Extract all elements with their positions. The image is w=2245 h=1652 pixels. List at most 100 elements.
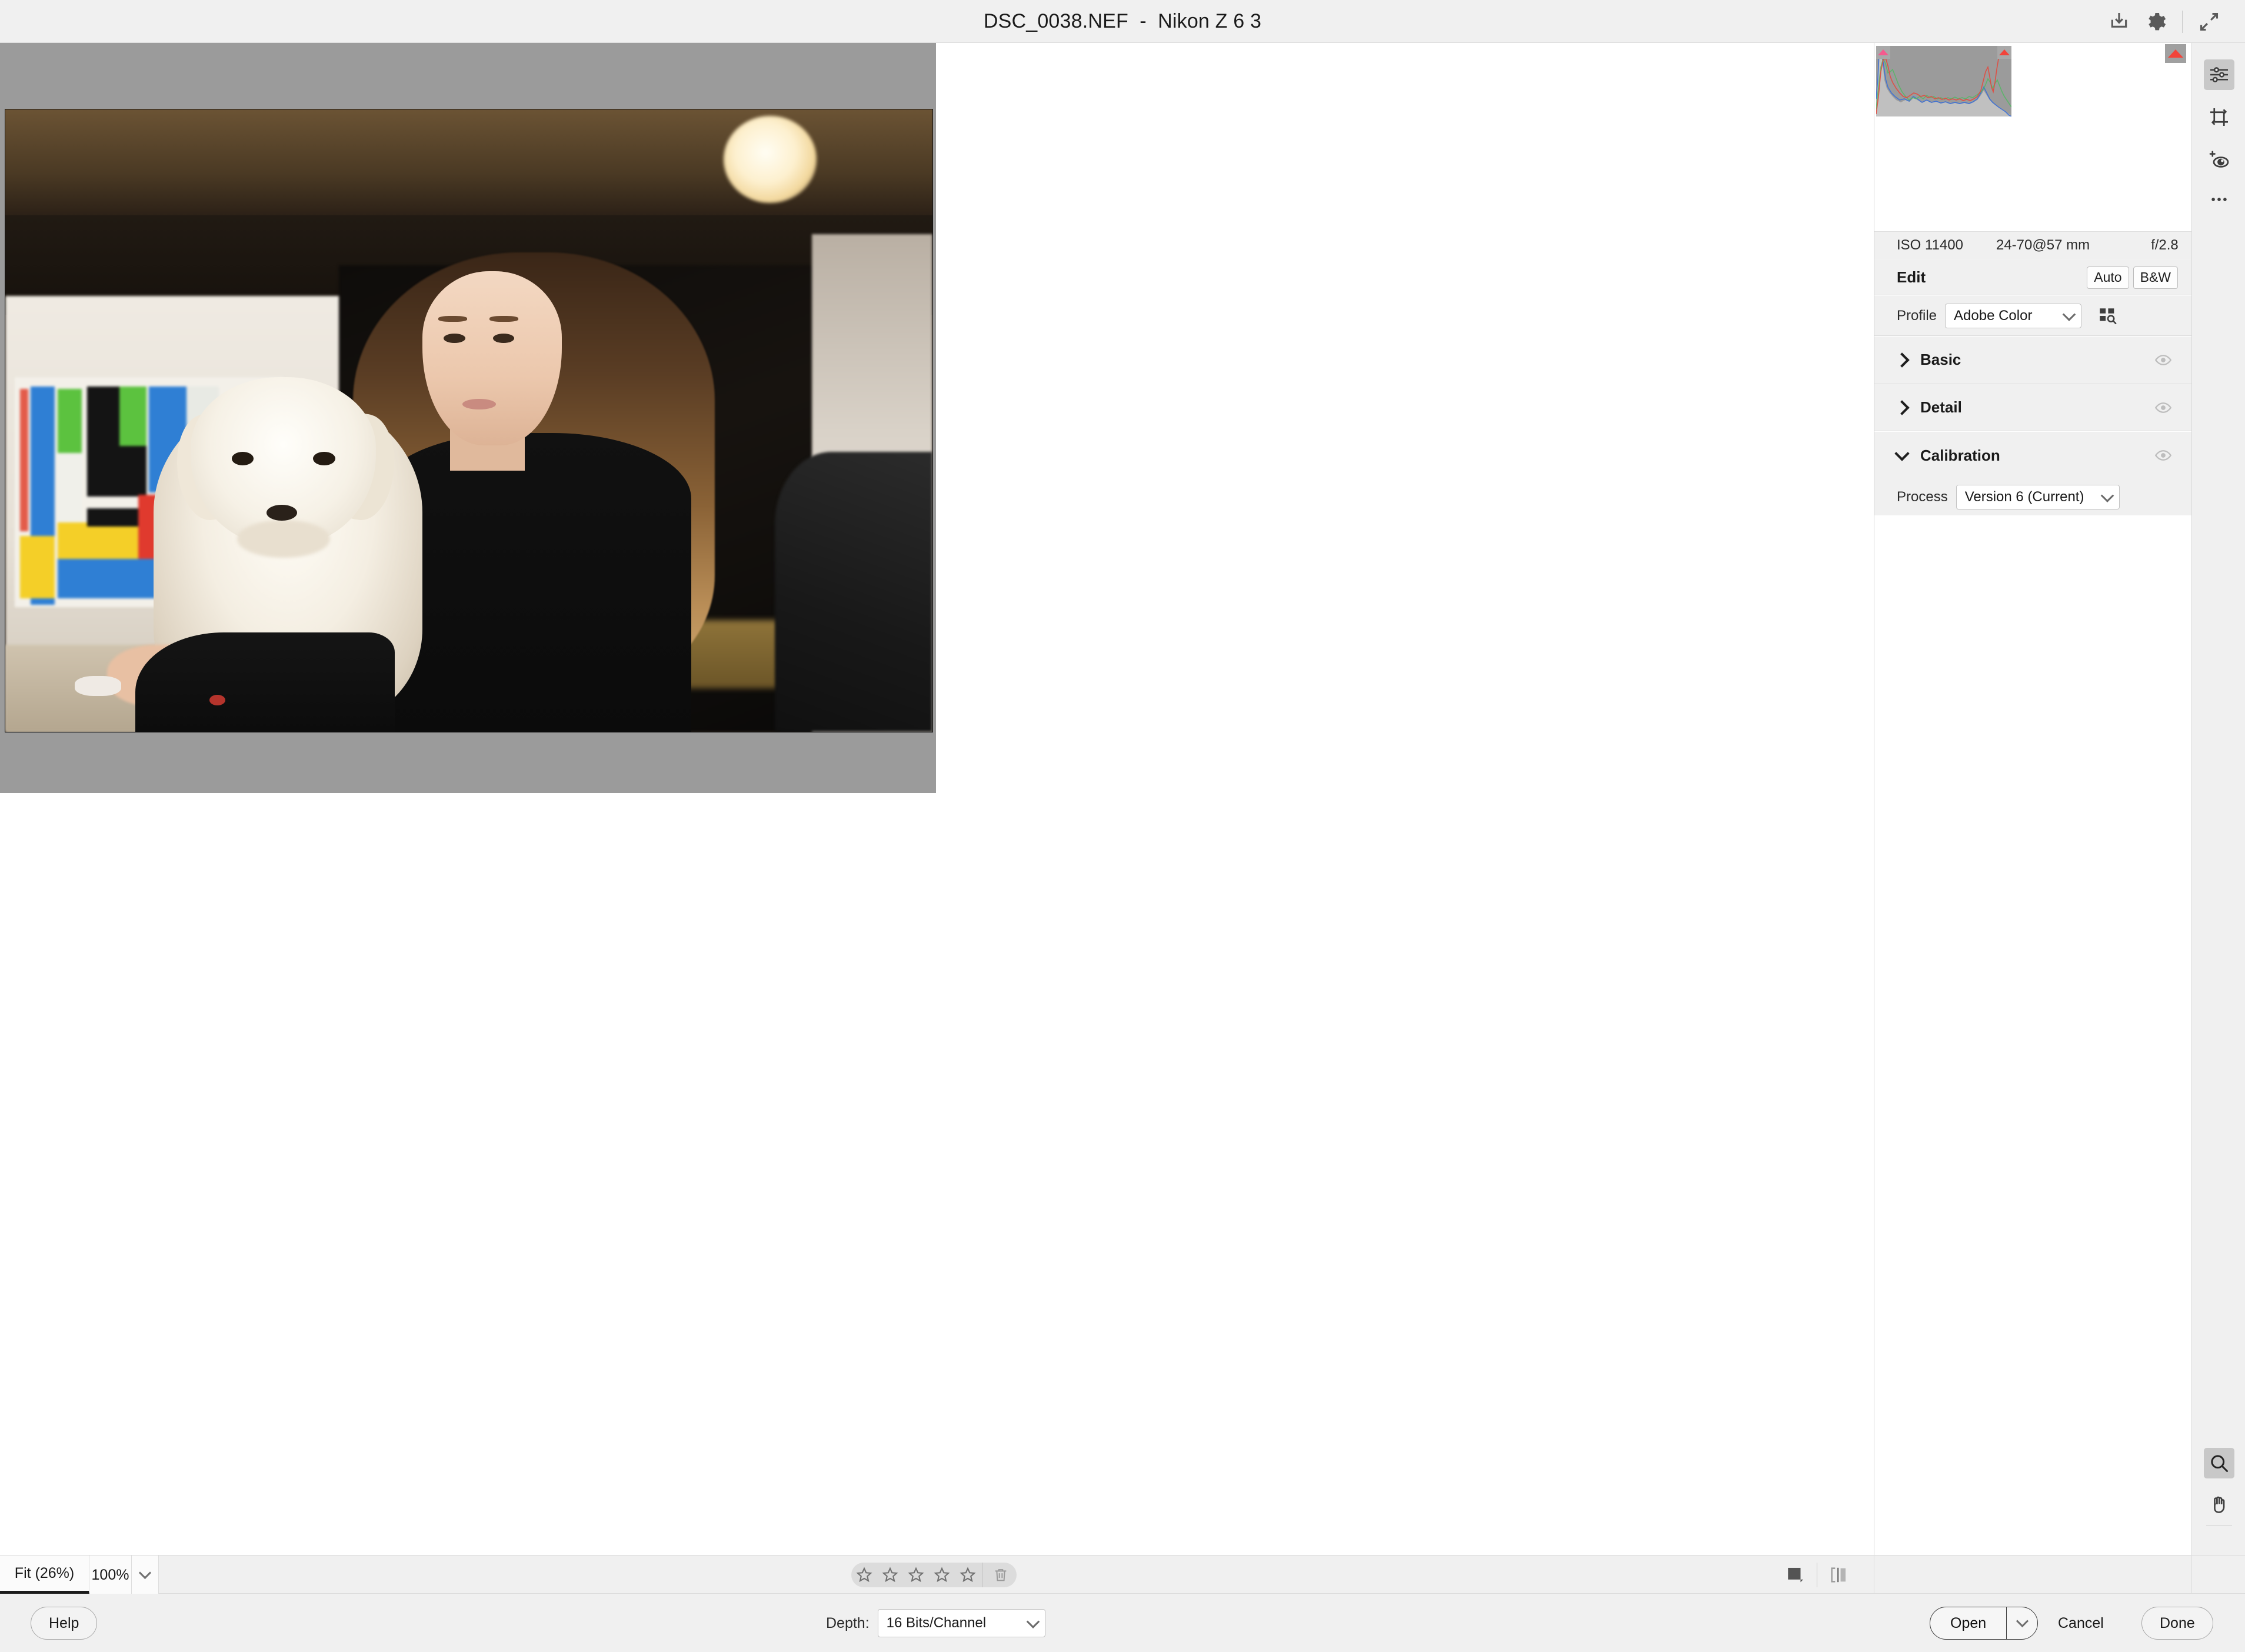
- preferences-button[interactable]: [2137, 4, 2174, 40]
- before-after-icon: [1831, 1567, 1846, 1583]
- subject-torso: [376, 433, 692, 732]
- open-options-button[interactable]: [2007, 1607, 2037, 1639]
- section-calibration-label: Calibration: [1920, 446, 2000, 464]
- rating-star-1[interactable]: [851, 1563, 877, 1587]
- process-label: Process: [1897, 489, 1948, 505]
- profile-select-value: Adobe Color: [1954, 307, 2033, 324]
- section-basic-label: Basic: [1920, 351, 1961, 368]
- exif-aperture: f/2.8: [2151, 237, 2179, 253]
- section-detail[interactable]: Detail: [1874, 384, 2192, 431]
- eye-icon: [2154, 402, 2172, 413]
- chevron-down-icon: [2062, 307, 2076, 321]
- fullscreen-button[interactable]: [2191, 4, 2227, 40]
- eye-icon: [2154, 354, 2172, 365]
- title-bar: DSC_0038.NEF - Nikon Z 6 3: [0, 0, 2245, 43]
- sliders-icon: [2210, 67, 2228, 82]
- zoom-tab-fit[interactable]: Fit (26%): [0, 1556, 89, 1594]
- zoom-level-menu-button[interactable]: [132, 1556, 159, 1594]
- tool-rail: [2191, 43, 2245, 1555]
- spot-removal-icon: [2209, 151, 2229, 168]
- color-swatch-icon: [1788, 1567, 1804, 1583]
- panel-empty-area: [1874, 515, 2192, 1555]
- edit-panel-header: Edit Auto B&W: [1874, 260, 2192, 295]
- chevron-down-icon: [2100, 489, 2114, 502]
- canvas-color-button[interactable]: [1779, 1556, 1812, 1594]
- star-outline-icon: [908, 1567, 924, 1583]
- title-bar-actions: [2101, 0, 2227, 43]
- expand-arrows-icon: [2200, 12, 2219, 31]
- depth-label: Depth:: [826, 1614, 870, 1631]
- histogram-section: [1874, 43, 2192, 193]
- preview-canvas[interactable]: [0, 43, 1874, 1555]
- section-basic-visibility-toggle[interactable]: [2154, 351, 2172, 369]
- chevron-down-icon: [1026, 1615, 1040, 1628]
- subject-face: [422, 271, 562, 446]
- bw-button[interactable]: B&W: [2133, 266, 2178, 289]
- crop-icon: [2210, 108, 2228, 126]
- highlight-clipping-indicator[interactable]: [2165, 44, 2186, 63]
- eye-icon: [2154, 450, 2172, 461]
- browse-profiles-button[interactable]: [2094, 303, 2120, 329]
- save-image-button[interactable]: [2101, 4, 2137, 40]
- camera-raw-window: DSC_0038.NEF - Nikon Z 6 3 ISO 11400 24-…: [0, 0, 2245, 1652]
- process-version-select[interactable]: Version 6 (Current): [1956, 485, 2120, 509]
- chevron-down-icon: [138, 1566, 152, 1579]
- chevron-down-icon: [2016, 1614, 2029, 1627]
- chevron-down-icon: [1894, 445, 1910, 461]
- raw-photo-preview[interactable]: [5, 109, 933, 732]
- edit-quick-actions: Auto B&W: [2087, 266, 2178, 289]
- rating-star-2[interactable]: [877, 1563, 903, 1587]
- edit-tool-button[interactable]: [2204, 59, 2234, 90]
- second-person: [775, 451, 932, 732]
- highlight-clipping-toggle[interactable]: [1997, 46, 2011, 59]
- open-button-group: Open: [1930, 1607, 2039, 1640]
- bottombar-rail-divider: [2191, 1556, 2192, 1594]
- section-calibration[interactable]: Calibration: [1874, 432, 2192, 479]
- chevron-right-icon: [1894, 352, 1910, 368]
- histogram-curves: [1876, 46, 2011, 116]
- zoom-tab-100[interactable]: 100%: [89, 1556, 132, 1594]
- shadow-clipping-toggle[interactable]: [1876, 46, 1890, 59]
- edit-panel: ISO 11400 24-70@57 mm f/2.8 1/60s Edit A…: [1874, 43, 2237, 1555]
- profile-select[interactable]: Adobe Color: [1945, 303, 2082, 328]
- footer-bar: Help Depth: 16 Bits/Channel Open Cancel …: [0, 1594, 2245, 1652]
- section-basic[interactable]: Basic: [1874, 337, 2192, 384]
- done-button[interactable]: Done: [2141, 1607, 2213, 1640]
- magnifier-icon: [2211, 1455, 2228, 1472]
- star-outline-icon: [960, 1567, 976, 1583]
- depth-select[interactable]: 16 Bits/Channel: [877, 1609, 1045, 1637]
- highlight-warning-triangle-icon: [2168, 49, 2183, 58]
- hand-tool-button[interactable]: [2204, 1489, 2234, 1520]
- highlight-clip-triangle-icon: [1999, 49, 2010, 55]
- rating-divider: [982, 1563, 983, 1587]
- star-outline-icon: [934, 1567, 950, 1583]
- profile-label: Profile: [1897, 307, 1937, 324]
- heal-tool-button[interactable]: [2204, 144, 2234, 175]
- rating-star-3[interactable]: [903, 1563, 929, 1587]
- open-button[interactable]: Open: [1930, 1607, 2007, 1639]
- section-detail-label: Detail: [1920, 398, 1962, 416]
- chevron-right-icon: [1894, 399, 1910, 415]
- rating-star-5[interactable]: [955, 1563, 981, 1587]
- crop-tool-button[interactable]: [2204, 102, 2234, 132]
- help-button[interactable]: Help: [31, 1607, 98, 1640]
- zoom-tool-button[interactable]: [2204, 1448, 2234, 1478]
- histogram[interactable]: [1876, 46, 2011, 116]
- cancel-button[interactable]: Cancel: [2052, 1607, 2110, 1640]
- auto-button[interactable]: Auto: [2087, 266, 2129, 289]
- titlebar-divider: [2182, 10, 2183, 33]
- more-options-button[interactable]: [2204, 184, 2234, 215]
- process-version-row: Process Version 6 (Current): [1874, 479, 2192, 515]
- before-after-button[interactable]: [1822, 1556, 1855, 1594]
- depth-select-value: 16 Bits/Channel: [886, 1615, 987, 1631]
- section-calibration-visibility-toggle[interactable]: [2154, 447, 2172, 464]
- star-outline-icon: [882, 1567, 898, 1583]
- window-title: DSC_0038.NEF - Nikon Z 6 3: [983, 9, 1262, 32]
- rating-star-4[interactable]: [929, 1563, 955, 1587]
- bottom-toolbar: Fit (26%) 100%: [0, 1555, 2245, 1594]
- reject-button[interactable]: [985, 1563, 1017, 1587]
- exif-iso: ISO 11400: [1897, 237, 1963, 253]
- save-to-disk-icon: [2111, 12, 2127, 28]
- section-detail-visibility-toggle[interactable]: [2154, 399, 2172, 417]
- trash-icon: [995, 1569, 1007, 1581]
